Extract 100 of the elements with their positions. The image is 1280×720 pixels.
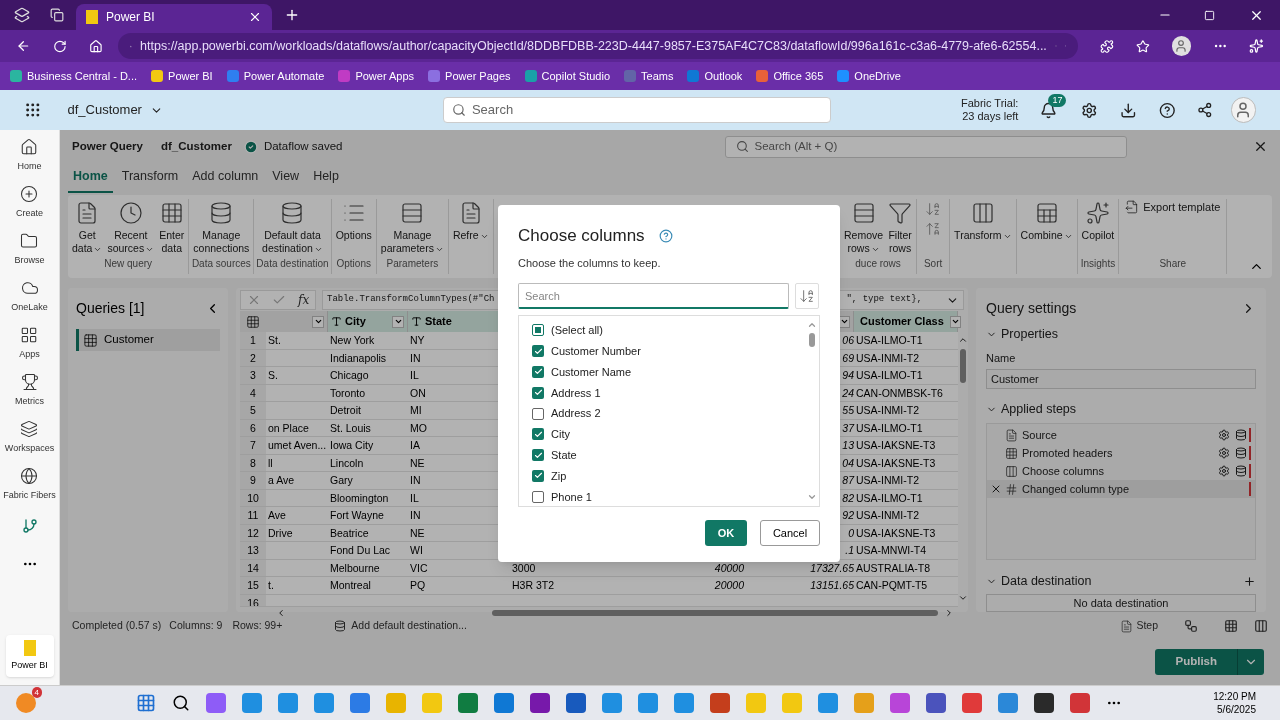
checkbox-row[interactable]: Phone 1 — [532, 486, 805, 508]
home-icon[interactable] — [88, 38, 103, 54]
bookmark[interactable]: Business Central - D... — [10, 67, 138, 85]
bookmark[interactable]: OneDrive — [837, 67, 901, 85]
scrollbar[interactable] — [960, 349, 966, 383]
ribbon-tab[interactable]: Add column — [187, 167, 264, 193]
download-icon[interactable] — [1119, 101, 1137, 119]
app-icon[interactable] — [710, 693, 730, 713]
ribbon-button[interactable]: Copilot — [1079, 199, 1117, 256]
checkbox[interactable] — [532, 490, 544, 503]
ribbon-button[interactable]: Recent sources — [105, 199, 157, 256]
checkbox-row[interactable]: State — [532, 444, 805, 466]
ribbon-button[interactable]: Get data — [70, 199, 105, 256]
search-field[interactable]: Search — [442, 97, 831, 123]
search-icon[interactable] — [172, 694, 190, 712]
sort-descending-icon[interactable] — [925, 221, 942, 237]
applied-step[interactable]: Source — [987, 426, 1255, 444]
dataflow-name[interactable]: df_Customer — [67, 100, 142, 120]
ribbon-button[interactable]: Default data destination — [260, 199, 325, 256]
checkbox[interactable] — [532, 407, 544, 420]
notifications-icon[interactable] — [1040, 101, 1058, 119]
diagram-view-icon[interactable] — [1184, 619, 1198, 633]
bookmark[interactable]: Power Automate — [226, 67, 325, 85]
checkbox-row[interactable]: (Select all) — [532, 320, 805, 341]
browser-tab[interactable]: Power BI — [76, 4, 272, 30]
checkbox[interactable] — [532, 366, 544, 378]
name-field[interactable]: Customer — [986, 369, 1256, 390]
sort-ascending-icon[interactable] — [925, 201, 942, 217]
applied-step[interactable]: Changed column type — [987, 480, 1255, 498]
checkbox-row[interactable]: City — [532, 424, 805, 445]
checkbox-row[interactable]: Address 2 — [532, 403, 805, 424]
checkbox-row[interactable]: Customer Number — [532, 340, 805, 362]
export-template-button[interactable]: Export template — [1121, 199, 1225, 216]
checkbox[interactable] — [532, 324, 544, 337]
checkbox[interactable] — [532, 428, 544, 441]
query-item[interactable]: Customer — [76, 329, 220, 351]
ribbon-button[interactable]: Remove rows — [842, 199, 886, 256]
ribbon-button[interactable]: Filter rows — [886, 199, 915, 256]
new-tab-icon[interactable] — [284, 7, 300, 23]
nav-item[interactable]: Apps — [19, 326, 40, 373]
settings-icon[interactable] — [1218, 465, 1230, 477]
ribbon-button[interactable]: Transform — [952, 199, 1014, 259]
checkbox[interactable] — [532, 469, 544, 482]
applied-step[interactable]: Choose columns — [987, 462, 1255, 480]
bookmark[interactable]: Copilot Studio — [524, 67, 611, 85]
table-menu-icon[interactable] — [246, 314, 260, 329]
share-icon[interactable] — [1197, 102, 1213, 118]
app-icon[interactable] — [566, 693, 586, 713]
checkbox-row[interactable]: Address 1 — [532, 382, 805, 404]
avatar[interactable] — [1172, 36, 1191, 56]
scroll-down-icon[interactable] — [807, 492, 817, 502]
close-icon[interactable] — [1253, 139, 1268, 154]
scrollbar[interactable] — [809, 333, 815, 347]
workspaces-icon[interactable] — [14, 7, 30, 23]
bookmark[interactable]: Power Apps — [338, 67, 415, 85]
start-icon[interactable] — [136, 693, 156, 713]
bookmark[interactable]: Power BI — [151, 67, 213, 85]
favorites-icon[interactable] — [1136, 38, 1151, 54]
app-icon[interactable] — [926, 693, 946, 713]
settings-icon[interactable] — [1218, 429, 1230, 441]
add-icon[interactable] — [1243, 575, 1256, 589]
close-icon[interactable] — [248, 10, 262, 24]
maximize-icon[interactable] — [1204, 9, 1215, 21]
ribbon-button[interactable]: Refre — [450, 199, 491, 259]
nav-item[interactable]: Metrics — [15, 373, 44, 420]
scroll-up-icon[interactable] — [958, 335, 968, 345]
app-launcher-icon[interactable] — [24, 101, 42, 119]
bookmark[interactable]: Outlook — [687, 67, 743, 85]
ribbon-button[interactable]: Manage parameters — [378, 199, 446, 256]
nav-item[interactable]: Browse — [14, 232, 45, 279]
ribbon-tab[interactable]: Help — [308, 167, 344, 193]
back-icon[interactable] — [16, 38, 31, 54]
ribbon-tab[interactable]: Transform — [116, 167, 184, 193]
app-icon[interactable] — [530, 693, 550, 713]
cancel-button[interactable]: Cancel — [760, 520, 820, 546]
applied-step[interactable]: Promoted headers — [987, 444, 1255, 462]
bookmark[interactable]: Teams — [624, 67, 674, 85]
search-field[interactable]: Search (Alt + Q) — [724, 135, 1127, 158]
settings-icon[interactable] — [1081, 101, 1098, 119]
sort-button[interactable] — [795, 283, 819, 309]
ribbon-tab[interactable]: Home — [68, 167, 113, 193]
checkbox[interactable] — [532, 345, 544, 358]
branch-icon[interactable] — [21, 518, 38, 534]
table-view-icon[interactable] — [1224, 619, 1238, 633]
step-button[interactable]: Step — [1120, 618, 1158, 634]
column-filter-button[interactable] — [312, 315, 324, 328]
ribbon-button[interactable]: Manage connections — [191, 199, 252, 256]
avatar[interactable] — [1230, 97, 1256, 123]
ribbon-button[interactable]: Enter data — [157, 199, 187, 256]
ribbon-button[interactable]: Options — [333, 199, 374, 256]
scrollbar[interactable] — [492, 609, 938, 616]
nav-item[interactable]: Fabric Fibers — [3, 467, 56, 514]
schema-view-icon[interactable] — [1254, 619, 1268, 633]
bookmark[interactable]: Office 365 — [756, 67, 824, 85]
column-filter-button[interactable] — [949, 315, 961, 328]
nav-item[interactable]: OneLake — [11, 279, 48, 326]
nav-item[interactable]: Create — [16, 185, 43, 232]
tab-actions-icon[interactable] — [50, 8, 64, 22]
column-filter-button[interactable] — [392, 315, 404, 328]
checkbox-row[interactable]: Customer Name — [532, 361, 805, 383]
